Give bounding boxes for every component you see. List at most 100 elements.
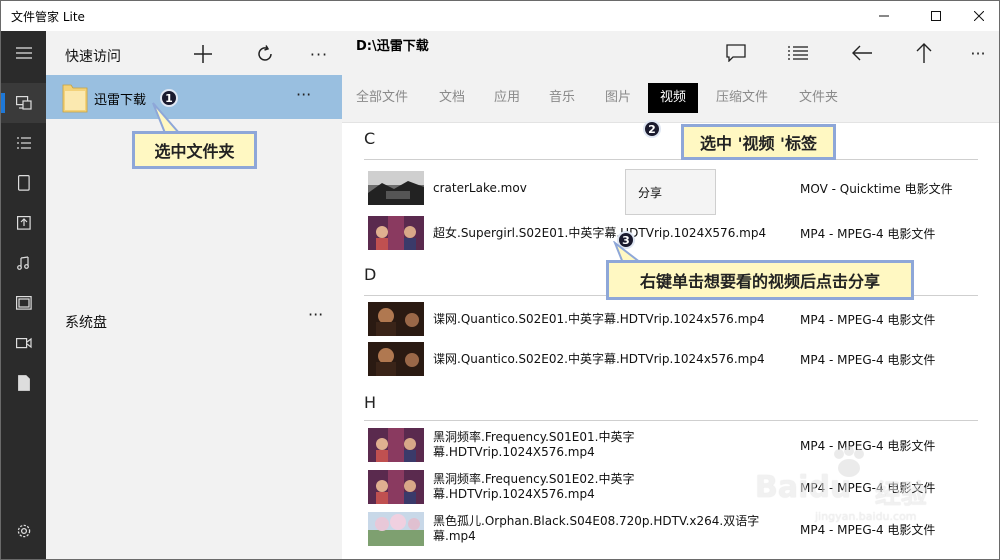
- maximize-button[interactable]: [913, 1, 959, 31]
- file-name: 黑洞频率.Frequency.S01E02.中英字幕.HDTVrip.1024X…: [433, 472, 635, 501]
- step-marker-2: 2: [643, 120, 661, 138]
- file-row[interactable]: 超女.Supergirl.S02E01.中英字幕.HDTVrip.1024X57…: [364, 212, 978, 254]
- file-name: 黑色孤儿.Orphan.Black.S04E08.720p.HDTV.x264.…: [433, 514, 760, 543]
- video-thumbnail: [368, 216, 424, 250]
- hamburger-menu-icon: [15, 47, 32, 59]
- add-button[interactable]: [183, 37, 223, 71]
- title-bar: 文件管家 Lite: [1, 1, 999, 31]
- upload-icon: [16, 216, 31, 230]
- refresh-icon: [258, 45, 272, 61]
- rail-item-settings[interactable]: [1, 511, 46, 551]
- comment-button[interactable]: [716, 38, 756, 68]
- system-drive-more-button[interactable]: ···: [308, 305, 323, 324]
- tab-documents[interactable]: 文档: [427, 83, 477, 113]
- file-name: 黑洞频率.Frequency.S01E01.中英字幕.HDTVrip.1024X…: [433, 430, 635, 459]
- rail-item-music[interactable]: [1, 243, 46, 283]
- devices-icon: [15, 96, 32, 110]
- file-row[interactable]: 谍网.Quantico.S02E02.中英字幕.HDTVrip.1024x576…: [364, 338, 978, 380]
- video-thumbnail: [368, 428, 424, 462]
- tab-apps[interactable]: 应用: [482, 83, 532, 113]
- watermark-brand: Baidu: [755, 470, 852, 505]
- maximize-icon: [931, 11, 941, 21]
- file-type: MP4 - MPEG-4 电影文件: [800, 226, 936, 241]
- file-type: MP4 - MPEG-4 电影文件: [800, 352, 936, 367]
- group-divider: [364, 420, 978, 421]
- video-thumbnail: [368, 512, 424, 546]
- app-title: 文件管家 Lite: [11, 10, 85, 24]
- current-path: D:\迅雷下载: [356, 39, 429, 54]
- app-window: 文件管家 Lite 快速访问 ··· 迅雷下载 ··· 系统盘 ··· D:\迅…: [0, 0, 1000, 560]
- quick-access-more-button[interactable]: ···: [299, 37, 339, 71]
- list-view-icon: [788, 46, 808, 60]
- tab-music[interactable]: 音乐: [537, 83, 587, 113]
- rail-item-video[interactable]: [1, 323, 46, 363]
- tablet-icon: [17, 175, 30, 191]
- quick-access-title: 快速访问: [65, 49, 121, 65]
- up-button[interactable]: [904, 38, 944, 68]
- back-button[interactable]: [842, 38, 882, 68]
- video-thumbnail: [368, 342, 424, 376]
- baidu-watermark: Baidu 经验 jingyan.baidu.com: [755, 446, 965, 526]
- pictures-icon: [15, 296, 32, 310]
- video-icon: [15, 337, 32, 349]
- file-row[interactable]: 谍网.Quantico.S02E01.中英字幕.HDTVrip.1024x576…: [364, 298, 978, 340]
- context-menu: 分享: [625, 169, 716, 215]
- main-more-button[interactable]: ···: [958, 38, 998, 68]
- file-name: 超女.Supergirl.S02E01.中英字幕.HDTVrip.1024X57…: [433, 225, 767, 240]
- folder-label: 迅雷下载: [94, 93, 147, 108]
- folder-more-button[interactable]: ···: [296, 85, 311, 104]
- minimize-icon: [879, 15, 889, 17]
- group-divider: [364, 159, 978, 160]
- tab-pictures[interactable]: 图片: [593, 83, 643, 113]
- comment-icon: [726, 44, 746, 62]
- up-arrow-icon: [916, 43, 932, 63]
- video-thumbnail: [368, 171, 424, 205]
- rail-item-pictures[interactable]: [1, 283, 46, 323]
- tab-archives[interactable]: 压缩文件: [704, 83, 780, 113]
- plus-icon: [194, 45, 212, 63]
- tab-videos[interactable]: 视频: [648, 83, 699, 113]
- main-toolbar: D:\迅雷下载 ···: [342, 31, 999, 75]
- watermark-url: jingyan.baidu.com: [815, 510, 917, 523]
- tab-all-files[interactable]: 全部文件: [344, 83, 420, 113]
- music-icon: [16, 256, 29, 270]
- quick-item-xunlei-folder[interactable]: 迅雷下载 ···: [46, 75, 342, 119]
- rail-menu-button[interactable]: [1, 33, 46, 73]
- callout-step-1: 选中文件夹: [132, 131, 257, 169]
- group-header-h: H: [364, 393, 377, 412]
- tab-folders[interactable]: 文件夹: [787, 83, 850, 113]
- document-icon: [17, 375, 30, 391]
- rail-item-list[interactable]: [1, 123, 46, 163]
- callout-step-2: 选中 '视频 '标签: [681, 124, 836, 160]
- callout-step-3: 右键单击想要看的视频后点击分享: [606, 260, 914, 300]
- rail-item-upload[interactable]: [1, 203, 46, 243]
- video-thumbnail: [368, 302, 424, 336]
- group-header-d: D: [364, 265, 377, 284]
- minimize-button[interactable]: [861, 1, 907, 31]
- watermark-text: 经验: [875, 480, 928, 510]
- rail-item-document[interactable]: [1, 363, 46, 403]
- file-name: 谍网.Quantico.S02E02.中英字幕.HDTVrip.1024x576…: [433, 351, 765, 366]
- settings-gear-icon: [17, 524, 30, 538]
- list-view-button[interactable]: [778, 38, 818, 68]
- rail-item-devices[interactable]: [1, 83, 46, 123]
- refresh-button[interactable]: [245, 37, 285, 71]
- group-header-c: C: [364, 129, 376, 148]
- list-icon: [16, 137, 31, 149]
- category-tabs: 全部文件 文档 应用 音乐 图片 视频 压缩文件 文件夹: [342, 75, 999, 123]
- file-type: MP4 - MPEG-4 电影文件: [800, 312, 936, 327]
- back-arrow-icon: [852, 45, 872, 61]
- nav-rail: [1, 31, 46, 559]
- file-name: 谍网.Quantico.S02E01.中英字幕.HDTVrip.1024x576…: [433, 311, 765, 326]
- system-drive-label[interactable]: 系统盘: [65, 312, 107, 332]
- video-thumbnail: [368, 470, 424, 504]
- close-icon: [974, 11, 984, 21]
- close-button[interactable]: [956, 1, 999, 31]
- folder-icon: [62, 84, 88, 113]
- file-type: MOV - Quicktime 电影文件: [800, 181, 953, 196]
- callout-pointer-1: [152, 102, 181, 134]
- context-menu-share[interactable]: 分享: [638, 184, 662, 201]
- rail-item-tablet[interactable]: [1, 163, 46, 203]
- quick-access-pane: 快速访问 ··· 迅雷下载 ··· 系统盘 ···: [46, 31, 342, 559]
- file-name: craterLake.mov: [433, 180, 527, 195]
